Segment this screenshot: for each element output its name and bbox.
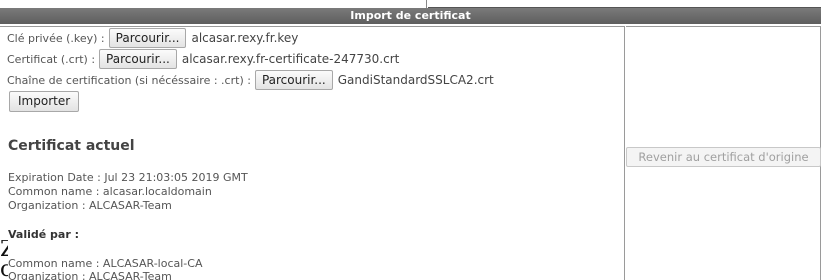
- expiration-date: Expiration Date : Jul 23 21:03:05 2019 G…: [8, 171, 248, 184]
- common-name: Common name : alcasar.localdomain: [8, 185, 212, 198]
- private-key-browse-button[interactable]: Parcourir...: [108, 28, 187, 48]
- revert-certificate-button[interactable]: Revenir au certificat d'origine: [626, 147, 821, 167]
- issuer-organization: Organization : ALCASAR-Team: [8, 270, 172, 280]
- current-cert-title: Certificat actuel: [8, 138, 135, 154]
- dialog-titlebar: Import de certificat: [0, 0, 821, 24]
- edge-glyphs: Z c: [0, 240, 8, 280]
- import-button[interactable]: Importer: [9, 91, 80, 112]
- organization: Organization : ALCASAR-Team: [8, 199, 172, 212]
- private-key-filename: alcasar.rexy.fr.key: [191, 31, 299, 45]
- validated-by-title: Validé par :: [8, 228, 79, 241]
- private-key-row: Clé privée (.key) : Parcourir... alcasar…: [7, 28, 298, 48]
- issuer-common-name: Common name : ALCASAR-local-CA: [8, 257, 203, 270]
- private-key-label: Clé privée (.key) :: [7, 31, 105, 45]
- titlebar-right-stub: [428, 0, 821, 8]
- chain-label: Chaîne de certification (si nécéssaire :…: [7, 73, 251, 87]
- certificate-label: Certificat (.crt) :: [7, 52, 96, 66]
- titlebar-left-stub: [0, 0, 427, 8]
- certificate-browse-button[interactable]: Parcourir...: [99, 49, 177, 69]
- dialog-title: Import de certificat: [0, 8, 821, 24]
- certificate-filename: alcasar.rexy.fr-certificate-247730.crt: [181, 52, 400, 66]
- chain-row: Chaîne de certification (si nécéssaire :…: [7, 70, 494, 90]
- chain-filename: GandiStandardSSLCA2.crt: [337, 73, 494, 87]
- chain-browse-button[interactable]: Parcourir...: [254, 70, 333, 90]
- certificate-row: Certificat (.crt) : Parcourir... alcasar…: [7, 49, 399, 69]
